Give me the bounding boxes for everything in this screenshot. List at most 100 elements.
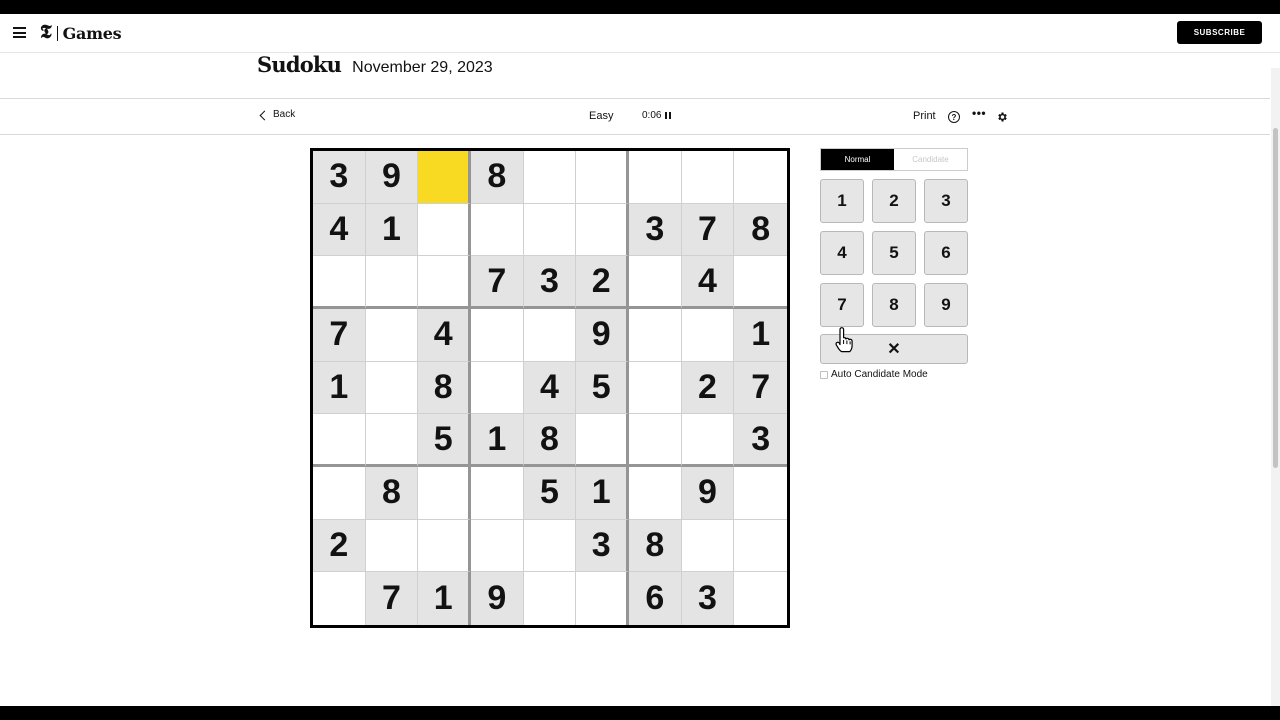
sudoku-cell[interactable]: 3 <box>681 572 735 625</box>
sudoku-cell[interactable] <box>471 467 524 520</box>
sudoku-cell[interactable] <box>734 572 787 625</box>
sudoku-cell[interactable] <box>629 309 682 362</box>
sudoku-cell[interactable]: 4 <box>418 309 471 362</box>
sudoku-cell[interactable] <box>523 151 577 204</box>
sudoku-cell[interactable] <box>734 467 787 520</box>
sudoku-cell[interactable]: 8 <box>365 467 419 520</box>
number-button-3[interactable]: 3 <box>924 179 968 223</box>
sudoku-cell[interactable]: 2 <box>313 519 366 573</box>
sudoku-cell[interactable] <box>365 309 419 362</box>
sudoku-cell[interactable]: 8 <box>418 361 471 415</box>
sudoku-cell[interactable]: 9 <box>576 309 629 362</box>
subscribe-button[interactable]: SUBSCRIBE <box>1177 21 1262 44</box>
sudoku-cell[interactable] <box>365 256 419 309</box>
mode-candidate-button[interactable]: Candidate <box>894 149 967 170</box>
sudoku-cell[interactable] <box>471 203 524 257</box>
sudoku-cell[interactable]: 1 <box>313 361 366 415</box>
more-icon[interactable]: ••• <box>972 106 986 120</box>
sudoku-cell[interactable]: 4 <box>681 256 735 309</box>
help-icon[interactable]: ? <box>948 111 960 123</box>
sudoku-cell[interactable]: 2 <box>681 361 735 415</box>
sudoku-cell[interactable]: 5 <box>523 467 577 520</box>
sudoku-cell[interactable] <box>629 151 682 204</box>
hamburger-icon[interactable] <box>13 27 26 38</box>
sudoku-cell[interactable] <box>471 361 524 415</box>
sudoku-cell[interactable] <box>523 519 577 573</box>
sudoku-cell[interactable] <box>313 467 366 520</box>
mode-normal-button[interactable]: Normal <box>821 149 894 170</box>
sudoku-cell[interactable] <box>629 256 682 309</box>
sudoku-cell[interactable] <box>365 361 419 415</box>
sudoku-cell[interactable]: 7 <box>471 256 524 309</box>
sudoku-cell[interactable] <box>734 520 787 573</box>
sudoku-cell[interactable]: 8 <box>523 414 577 467</box>
sudoku-cell[interactable]: 9 <box>471 572 524 625</box>
sudoku-cell[interactable]: 5 <box>418 414 471 467</box>
number-button-1[interactable]: 1 <box>820 179 864 223</box>
sudoku-cell[interactable]: 1 <box>734 309 787 362</box>
number-button-8[interactable]: 8 <box>872 283 916 327</box>
auto-candidate-checkbox[interactable] <box>820 370 828 379</box>
sudoku-cell[interactable] <box>313 572 366 625</box>
sudoku-cell[interactable] <box>576 151 629 204</box>
gear-icon[interactable] <box>996 111 1008 123</box>
sudoku-cell[interactable] <box>681 414 735 467</box>
sudoku-cell[interactable] <box>681 309 735 362</box>
sudoku-cell[interactable] <box>524 572 577 625</box>
sudoku-cell[interactable] <box>734 151 787 204</box>
back-button[interactable]: Back <box>259 109 295 120</box>
sudoku-cell[interactable] <box>734 256 787 309</box>
sudoku-cell[interactable] <box>523 203 577 257</box>
sudoku-cell[interactable]: 8 <box>629 519 682 573</box>
sudoku-cell[interactable] <box>629 467 682 520</box>
sudoku-cell[interactable]: 1 <box>365 203 419 257</box>
sudoku-cell[interactable]: 8 <box>471 151 524 204</box>
sudoku-cell[interactable]: 3 <box>734 414 787 467</box>
number-button-4[interactable]: 4 <box>820 231 864 275</box>
games-logo[interactable]: 𝕿 Games <box>40 22 122 44</box>
sudoku-cell[interactable] <box>576 203 629 257</box>
sudoku-cell[interactable] <box>418 467 471 520</box>
sudoku-cell[interactable] <box>313 256 366 309</box>
sudoku-cell[interactable]: 8 <box>734 203 787 257</box>
sudoku-cell[interactable] <box>418 256 471 309</box>
sudoku-cell[interactable] <box>365 414 419 467</box>
number-button-9[interactable]: 9 <box>924 283 968 327</box>
sudoku-cell[interactable] <box>418 203 471 257</box>
sudoku-cell[interactable]: 3 <box>523 256 577 309</box>
sudoku-cell[interactable]: 1 <box>576 467 629 520</box>
number-button-5[interactable]: 5 <box>872 231 916 275</box>
sudoku-cell[interactable] <box>681 151 735 204</box>
number-button-2[interactable]: 2 <box>872 179 916 223</box>
sudoku-cell[interactable] <box>629 361 682 415</box>
sudoku-cell[interactable]: 4 <box>313 203 366 257</box>
sudoku-cell[interactable]: 7 <box>313 309 366 362</box>
auto-candidate-toggle[interactable]: Auto Candidate Mode <box>820 369 928 380</box>
print-button[interactable]: Print <box>913 110 936 122</box>
sudoku-cell[interactable]: 1 <box>418 572 471 625</box>
sudoku-cell[interactable] <box>471 309 524 362</box>
sudoku-cell[interactable]: 2 <box>576 256 629 309</box>
sudoku-cell[interactable] <box>313 414 366 467</box>
sudoku-cell[interactable]: 1 <box>471 414 524 467</box>
sudoku-cell[interactable] <box>681 519 735 573</box>
erase-button[interactable]: ✕ <box>820 334 968 364</box>
sudoku-cell[interactable] <box>523 309 577 362</box>
sudoku-cell[interactable]: 3 <box>629 203 682 257</box>
sudoku-cell[interactable]: 7 <box>734 361 787 415</box>
sudoku-cell[interactable] <box>576 572 629 625</box>
scrollbar-thumb[interactable] <box>1273 128 1278 468</box>
sudoku-cell[interactable]: 6 <box>629 572 682 625</box>
sudoku-cell[interactable] <box>629 414 682 467</box>
sudoku-cell[interactable] <box>418 151 471 204</box>
sudoku-cell[interactable]: 5 <box>576 361 629 415</box>
sudoku-cell[interactable]: 4 <box>523 361 577 415</box>
sudoku-cell[interactable]: 9 <box>681 467 735 520</box>
scrollbar[interactable] <box>1271 68 1280 706</box>
pause-icon[interactable] <box>665 112 672 119</box>
sudoku-cell[interactable] <box>365 519 419 573</box>
sudoku-cell[interactable] <box>576 414 629 467</box>
number-button-7[interactable]: 7 <box>820 283 864 327</box>
sudoku-cell[interactable]: 3 <box>576 519 629 573</box>
number-button-6[interactable]: 6 <box>924 231 968 275</box>
